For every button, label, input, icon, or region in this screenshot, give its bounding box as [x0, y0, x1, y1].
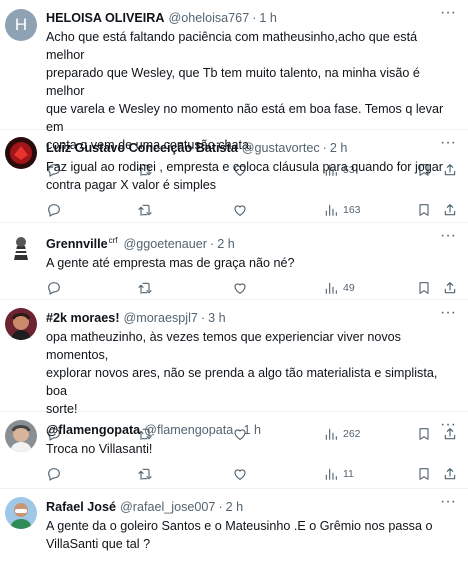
share-button[interactable]: [442, 280, 458, 296]
tweet-header: HELOISA OLIVEIRA @oheloisa767 · 1 h: [46, 10, 452, 26]
bookmark-icon: [419, 282, 429, 295]
like-icon: [234, 469, 246, 480]
views-count: 49: [343, 282, 355, 295]
share-button[interactable]: [442, 202, 458, 218]
author-name[interactable]: Rafael José: [46, 499, 116, 515]
retweet-icon: [138, 468, 152, 480]
tweet[interactable]: Grennvillecrf @ggoetenauer · 2 h ··· A g…: [0, 223, 468, 300]
reply-feed: H HELOISA OLIVEIRA @oheloisa767 · 1 h ··…: [0, 0, 468, 570]
timestamp[interactable]: 1 h: [243, 422, 261, 438]
views-button[interactable]: 11: [323, 466, 354, 482]
reply-button[interactable]: [46, 202, 62, 218]
tweet-header: Rafael José @rafael_jose007 · 2 h: [46, 499, 452, 515]
avatar-image: [5, 137, 37, 169]
separator-dot: ·: [210, 237, 215, 252]
share-icon: [444, 282, 456, 294]
views-icon: [325, 204, 337, 216]
name-badge: crf: [108, 236, 118, 245]
retweet-button[interactable]: [137, 280, 153, 296]
timestamp[interactable]: 2 h: [217, 236, 235, 252]
tweet-header: #2k moraes! @moraespjl7 · 3 h: [46, 310, 452, 326]
views-icon: [325, 468, 337, 480]
author-name[interactable]: Grennvillecrf: [46, 233, 119, 252]
tweet-text: A gente até empresta mas de graça não né…: [46, 256, 295, 271]
tweet[interactable]: Rafael José @rafael_jose007 · 2 h ··· A …: [0, 489, 468, 570]
share-button[interactable]: [442, 466, 458, 482]
reply-button[interactable]: [46, 280, 62, 296]
author-name[interactable]: HELOISA OLIVEIRA: [46, 10, 164, 26]
views-count: 11: [343, 468, 354, 480]
author-name[interactable]: Luiz Gustavo Conceição Batista: [46, 140, 238, 156]
avatar[interactable]: [5, 497, 37, 529]
more-icon[interactable]: ···: [440, 417, 456, 433]
author-name[interactable]: @flamengopata: [46, 422, 140, 438]
views-button[interactable]: 49: [323, 280, 355, 296]
separator-dot: ·: [218, 500, 223, 514]
views-button[interactable]: 163: [323, 202, 361, 218]
avatar[interactable]: [5, 420, 37, 452]
retweet-icon: [138, 282, 152, 295]
more-icon[interactable]: ···: [440, 228, 456, 244]
avatar[interactable]: [5, 232, 37, 264]
tweet-text: A gente da o goleiro Santos e o Mateusin…: [46, 519, 433, 551]
avatar[interactable]: [5, 308, 37, 340]
retweet-icon: [138, 204, 152, 216]
reply-button[interactable]: [46, 466, 62, 482]
author-handle[interactable]: @rafael_jose007: [120, 499, 215, 515]
timestamp[interactable]: 2 h: [226, 499, 244, 515]
timestamp[interactable]: 3 h: [208, 310, 226, 326]
like-icon: [234, 283, 246, 295]
tweet[interactable]: #2k moraes! @moraespjl7 · 3 h ··· opa ma…: [0, 300, 468, 441]
avatar[interactable]: H: [5, 9, 37, 41]
tweet[interactable]: Luiz Gustavo Conceição Batista @gustavor…: [0, 130, 468, 223]
like-button[interactable]: [232, 466, 248, 482]
bookmark-button[interactable]: [416, 466, 432, 482]
like-icon: [234, 205, 246, 216]
tweet-text: Faz igual ao rodinei , empresta e coloca…: [46, 160, 443, 192]
retweet-button[interactable]: [137, 466, 153, 482]
share-icon: [444, 204, 456, 216]
bookmark-button[interactable]: [416, 280, 432, 296]
tweet-header: Grennvillecrf @ggoetenauer · 2 h: [46, 233, 452, 252]
bookmark-button[interactable]: [416, 202, 432, 218]
tweet[interactable]: H HELOISA OLIVEIRA @oheloisa767 · 1 h ··…: [0, 0, 468, 177]
bookmark-icon: [419, 204, 429, 216]
views-icon: [325, 282, 337, 295]
tweet[interactable]: @flamengopata @flamengopata · 1 h ··· Tr…: [0, 412, 468, 489]
avatar-image: [5, 420, 37, 452]
author-handle[interactable]: @moraespjl7: [124, 310, 198, 326]
like-button[interactable]: [232, 280, 248, 296]
reply-icon: [48, 282, 60, 295]
views-count: 163: [343, 204, 361, 216]
tweet-header: @flamengopata @flamengopata · 1 h: [46, 422, 452, 438]
tweet-header: Luiz Gustavo Conceição Batista @gustavor…: [46, 140, 452, 156]
more-icon[interactable]: ···: [440, 305, 456, 321]
author-handle[interactable]: @gustavortec: [242, 140, 320, 156]
separator-dot: ·: [322, 141, 327, 155]
timestamp[interactable]: 1 h: [259, 10, 277, 26]
author-handle[interactable]: @ggoetenauer: [123, 236, 207, 252]
tweet-text: Troca no Villasanti!: [46, 442, 153, 456]
author-name[interactable]: #2k moraes!: [46, 310, 120, 326]
separator-dot: ·: [236, 423, 241, 437]
separator-dot: ·: [252, 11, 257, 25]
author-handle[interactable]: @oheloisa767: [168, 10, 249, 26]
timestamp[interactable]: 2 h: [330, 140, 348, 156]
bookmark-icon: [419, 468, 429, 480]
author-handle[interactable]: @flamengopata: [144, 422, 233, 438]
avatar-image: [5, 497, 37, 529]
more-icon[interactable]: ···: [440, 5, 456, 21]
reply-icon: [48, 204, 60, 217]
like-button[interactable]: [232, 202, 248, 218]
reply-icon: [48, 468, 60, 481]
retweet-button[interactable]: [137, 202, 153, 218]
tweet-text: opa matheuzinho, às vezes temos que expe…: [46, 330, 438, 416]
more-icon[interactable]: ···: [440, 135, 456, 151]
avatar-image: [5, 232, 37, 264]
avatar[interactable]: [5, 137, 37, 169]
share-icon: [444, 468, 456, 480]
separator-dot: ·: [200, 311, 206, 325]
avatar-image: [5, 308, 37, 340]
more-icon[interactable]: ···: [440, 494, 456, 510]
